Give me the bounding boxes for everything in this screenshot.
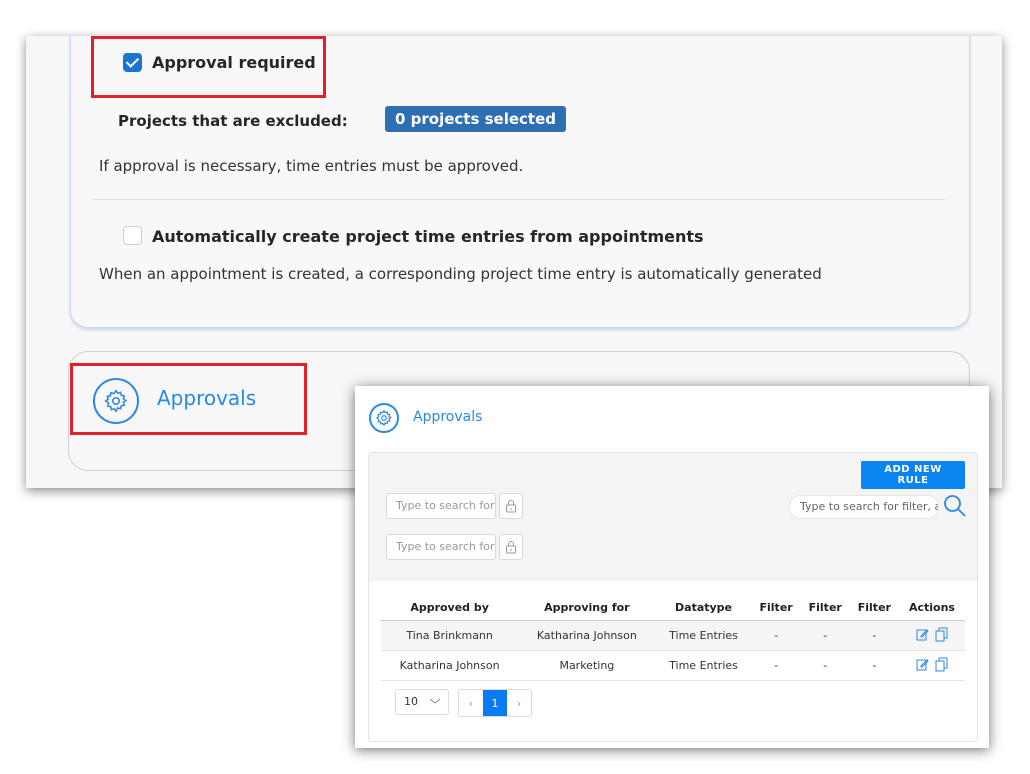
table-header-row: Approved by Approving for Datatype Filte… — [381, 597, 965, 621]
actions-cell — [898, 620, 965, 651]
approval-rules-table: Approved by Approving for Datatype Filte… — [381, 597, 965, 681]
table-row[interactable]: Katharina Johnson Marketing Time Entries… — [381, 650, 965, 681]
page-size-value: 10 — [404, 695, 418, 708]
approvals-window: Approvals ADD NEW RULE Type to search fo… — [355, 386, 989, 748]
filter-cell: - — [849, 620, 899, 651]
auto-create-label: Automatically create project time entrie… — [152, 227, 704, 246]
filter-cell: - — [800, 650, 850, 681]
filter-cell: - — [849, 650, 899, 681]
approval-help-text: If approval is necessary, time entries m… — [99, 157, 524, 175]
excluded-projects-badge[interactable]: 0 projects selected — [385, 106, 567, 132]
page-button-current[interactable]: 1 — [483, 690, 507, 716]
highlight-approval-required — [91, 36, 326, 98]
pagination: ‹ 1 › — [458, 689, 532, 717]
approved-by-cell: Katharina Johnson — [381, 650, 519, 681]
search-icon[interactable] — [942, 493, 968, 523]
approving-for-cell: Katharina Johnson — [518, 620, 656, 651]
filter-cell: - — [751, 650, 801, 681]
excluded-projects-label: Projects that are excluded: — [118, 112, 348, 130]
next-page-button[interactable]: › — [507, 690, 531, 716]
column-header[interactable]: Filter — [800, 597, 850, 621]
filter-cell: - — [800, 620, 850, 651]
prev-page-button[interactable]: ‹ — [459, 690, 483, 716]
lock-icon[interactable] — [499, 493, 523, 519]
column-header[interactable]: Approved by — [381, 597, 519, 621]
filter-cell: - — [751, 620, 801, 651]
filter-toolbar: ADD NEW RULE Type to search for Type to … — [369, 453, 977, 581]
rule-search-input[interactable]: Type to search for filter, ap — [789, 495, 939, 519]
table-row[interactable]: Tina Brinkmann Katharina Johnson Time En… — [381, 620, 965, 651]
edit-icon[interactable] — [916, 658, 929, 671]
column-header[interactable]: Filter — [751, 597, 801, 621]
chevron-down-icon — [429, 695, 441, 710]
actions-cell — [898, 650, 965, 681]
approved-by-cell: Tina Brinkmann — [381, 620, 519, 651]
auto-create-help-text: When an appointment is created, a corres… — [99, 265, 822, 283]
section-divider — [93, 199, 945, 200]
datatype-cell: Time Entries — [655, 620, 752, 651]
datatype-cell: Time Entries — [655, 650, 752, 681]
gear-icon — [369, 403, 399, 433]
column-header[interactable]: Approving for — [518, 597, 656, 621]
column-header[interactable]: Filter — [849, 597, 899, 621]
filter-input-2[interactable]: Type to search for — [386, 534, 496, 560]
approving-for-cell: Marketing — [518, 650, 656, 681]
column-header: Actions — [898, 597, 965, 621]
copy-icon[interactable] — [935, 657, 948, 672]
lock-icon[interactable] — [499, 534, 523, 560]
highlight-approvals-section — [70, 363, 307, 435]
page-size-select[interactable]: 10 — [395, 689, 449, 715]
copy-icon[interactable] — [935, 627, 948, 642]
column-header[interactable]: Datatype — [655, 597, 752, 621]
filter-input-1[interactable]: Type to search for — [386, 493, 496, 519]
add-new-rule-button[interactable]: ADD NEW RULE — [861, 461, 965, 489]
approvals-window-title: Approvals — [413, 409, 483, 425]
approval-rules-panel: ADD NEW RULE Type to search for Type to … — [368, 452, 978, 742]
auto-create-checkbox[interactable] — [123, 226, 142, 245]
edit-icon[interactable] — [916, 628, 929, 641]
